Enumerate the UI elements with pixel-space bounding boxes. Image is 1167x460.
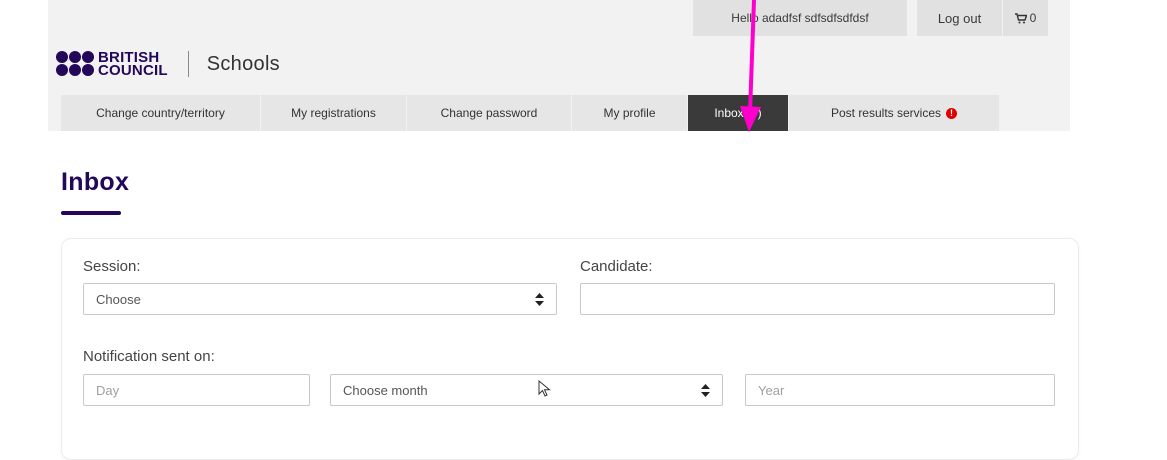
alert-badge-icon: ! (946, 107, 958, 119)
title-underline (61, 211, 121, 215)
nav-my-registrations[interactable]: My registrations (261, 95, 406, 131)
candidate-label: Candidate: (580, 258, 653, 275)
session-label: Session: (83, 258, 141, 275)
logo-wordmark: BRITISH COUNCIL (98, 50, 168, 79)
user-greeting: Hello adadfsf sdfsdfsdfdsf (693, 0, 907, 36)
cart-link[interactable]: 0 (1003, 0, 1048, 36)
left-gutter (0, 0, 48, 131)
cart-icon (1014, 12, 1027, 23)
nav-change-password[interactable]: Change password (407, 95, 571, 131)
nav-post-results-services[interactable]: Post results services ! (789, 95, 999, 131)
day-input[interactable]: Day (83, 374, 310, 406)
session-select[interactable]: Choose (83, 283, 557, 315)
year-input[interactable]: Year (745, 374, 1055, 406)
logo-divider (187, 51, 189, 77)
logo-dots-icon (56, 51, 96, 77)
nav-my-profile[interactable]: My profile (572, 95, 687, 131)
mouse-cursor-icon (538, 380, 551, 397)
select-arrows-icon (535, 293, 544, 306)
select-arrows-icon (701, 384, 710, 397)
logout-link[interactable]: Log out (917, 0, 1002, 36)
notification-date-label: Notification sent on: (83, 348, 215, 365)
session-value: Choose (96, 291, 141, 307)
month-select[interactable]: Choose month (330, 374, 723, 406)
nav-post-results-label: Post results services (830, 106, 942, 120)
month-value: Choose month (343, 382, 428, 398)
candidate-input[interactable] (580, 283, 1055, 315)
annotation-arrow-icon (740, 0, 761, 132)
logo-line-2: COUNCIL (98, 62, 168, 79)
nav-change-country[interactable]: Change country/territory (61, 95, 260, 131)
page-title: Inbox (61, 168, 130, 196)
product-name: Schools (206, 52, 280, 75)
main-nav: Change country/territory My registration… (61, 95, 1000, 131)
cart-count: 0 (1029, 11, 1037, 25)
british-council-logo[interactable]: BRITISH COUNCIL Schools (56, 44, 280, 84)
right-gutter (1070, 0, 1167, 131)
